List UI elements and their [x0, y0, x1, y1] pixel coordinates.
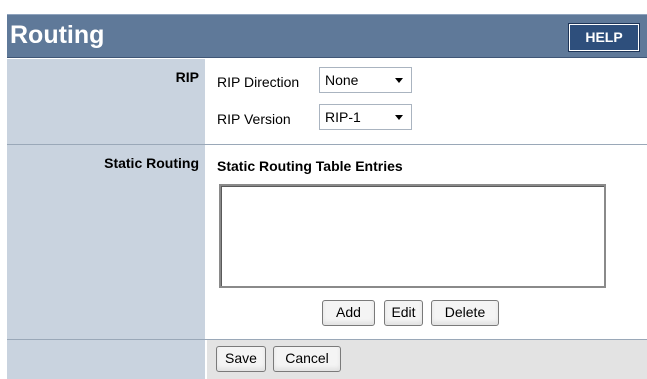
- help-button[interactable]: HELP: [568, 23, 640, 52]
- static-routing-section-label: Static Routing: [7, 145, 205, 339]
- rip-section-label: RIP: [7, 59, 205, 144]
- footer-actions: Save Cancel: [207, 340, 647, 379]
- chevron-down-icon: [395, 78, 403, 83]
- static-routing-table-title: Static Routing Table Entries: [217, 158, 403, 174]
- rip-direction-label: RIP Direction: [217, 74, 300, 90]
- rip-row: RIP RIP Direction None RIP Version RIP-1: [7, 59, 647, 144]
- static-routing-settings: Static Routing Table Entries Add Edit De…: [207, 145, 647, 339]
- cancel-button[interactable]: Cancel: [273, 346, 341, 372]
- add-button[interactable]: Add: [322, 300, 375, 326]
- page-title: Routing: [10, 21, 105, 49]
- footer-label-cell: [7, 340, 205, 379]
- rip-direction-select[interactable]: None: [319, 67, 412, 93]
- save-button[interactable]: Save: [216, 346, 266, 372]
- edit-button[interactable]: Edit: [384, 300, 423, 326]
- footer-row: Save Cancel: [7, 340, 647, 379]
- chevron-down-icon: [395, 115, 403, 120]
- rip-version-value: RIP-1: [325, 109, 361, 125]
- page-header: Routing HELP: [7, 14, 647, 58]
- rip-settings: RIP Direction None RIP Version RIP-1: [207, 59, 647, 144]
- static-routing-row: Static Routing Static Routing Table Entr…: [7, 145, 647, 339]
- rip-direction-value: None: [325, 72, 359, 88]
- rip-version-label: RIP Version: [217, 111, 291, 127]
- rip-version-select[interactable]: RIP-1: [319, 104, 412, 130]
- static-routing-table-list[interactable]: [219, 184, 606, 288]
- delete-button[interactable]: Delete: [431, 300, 499, 326]
